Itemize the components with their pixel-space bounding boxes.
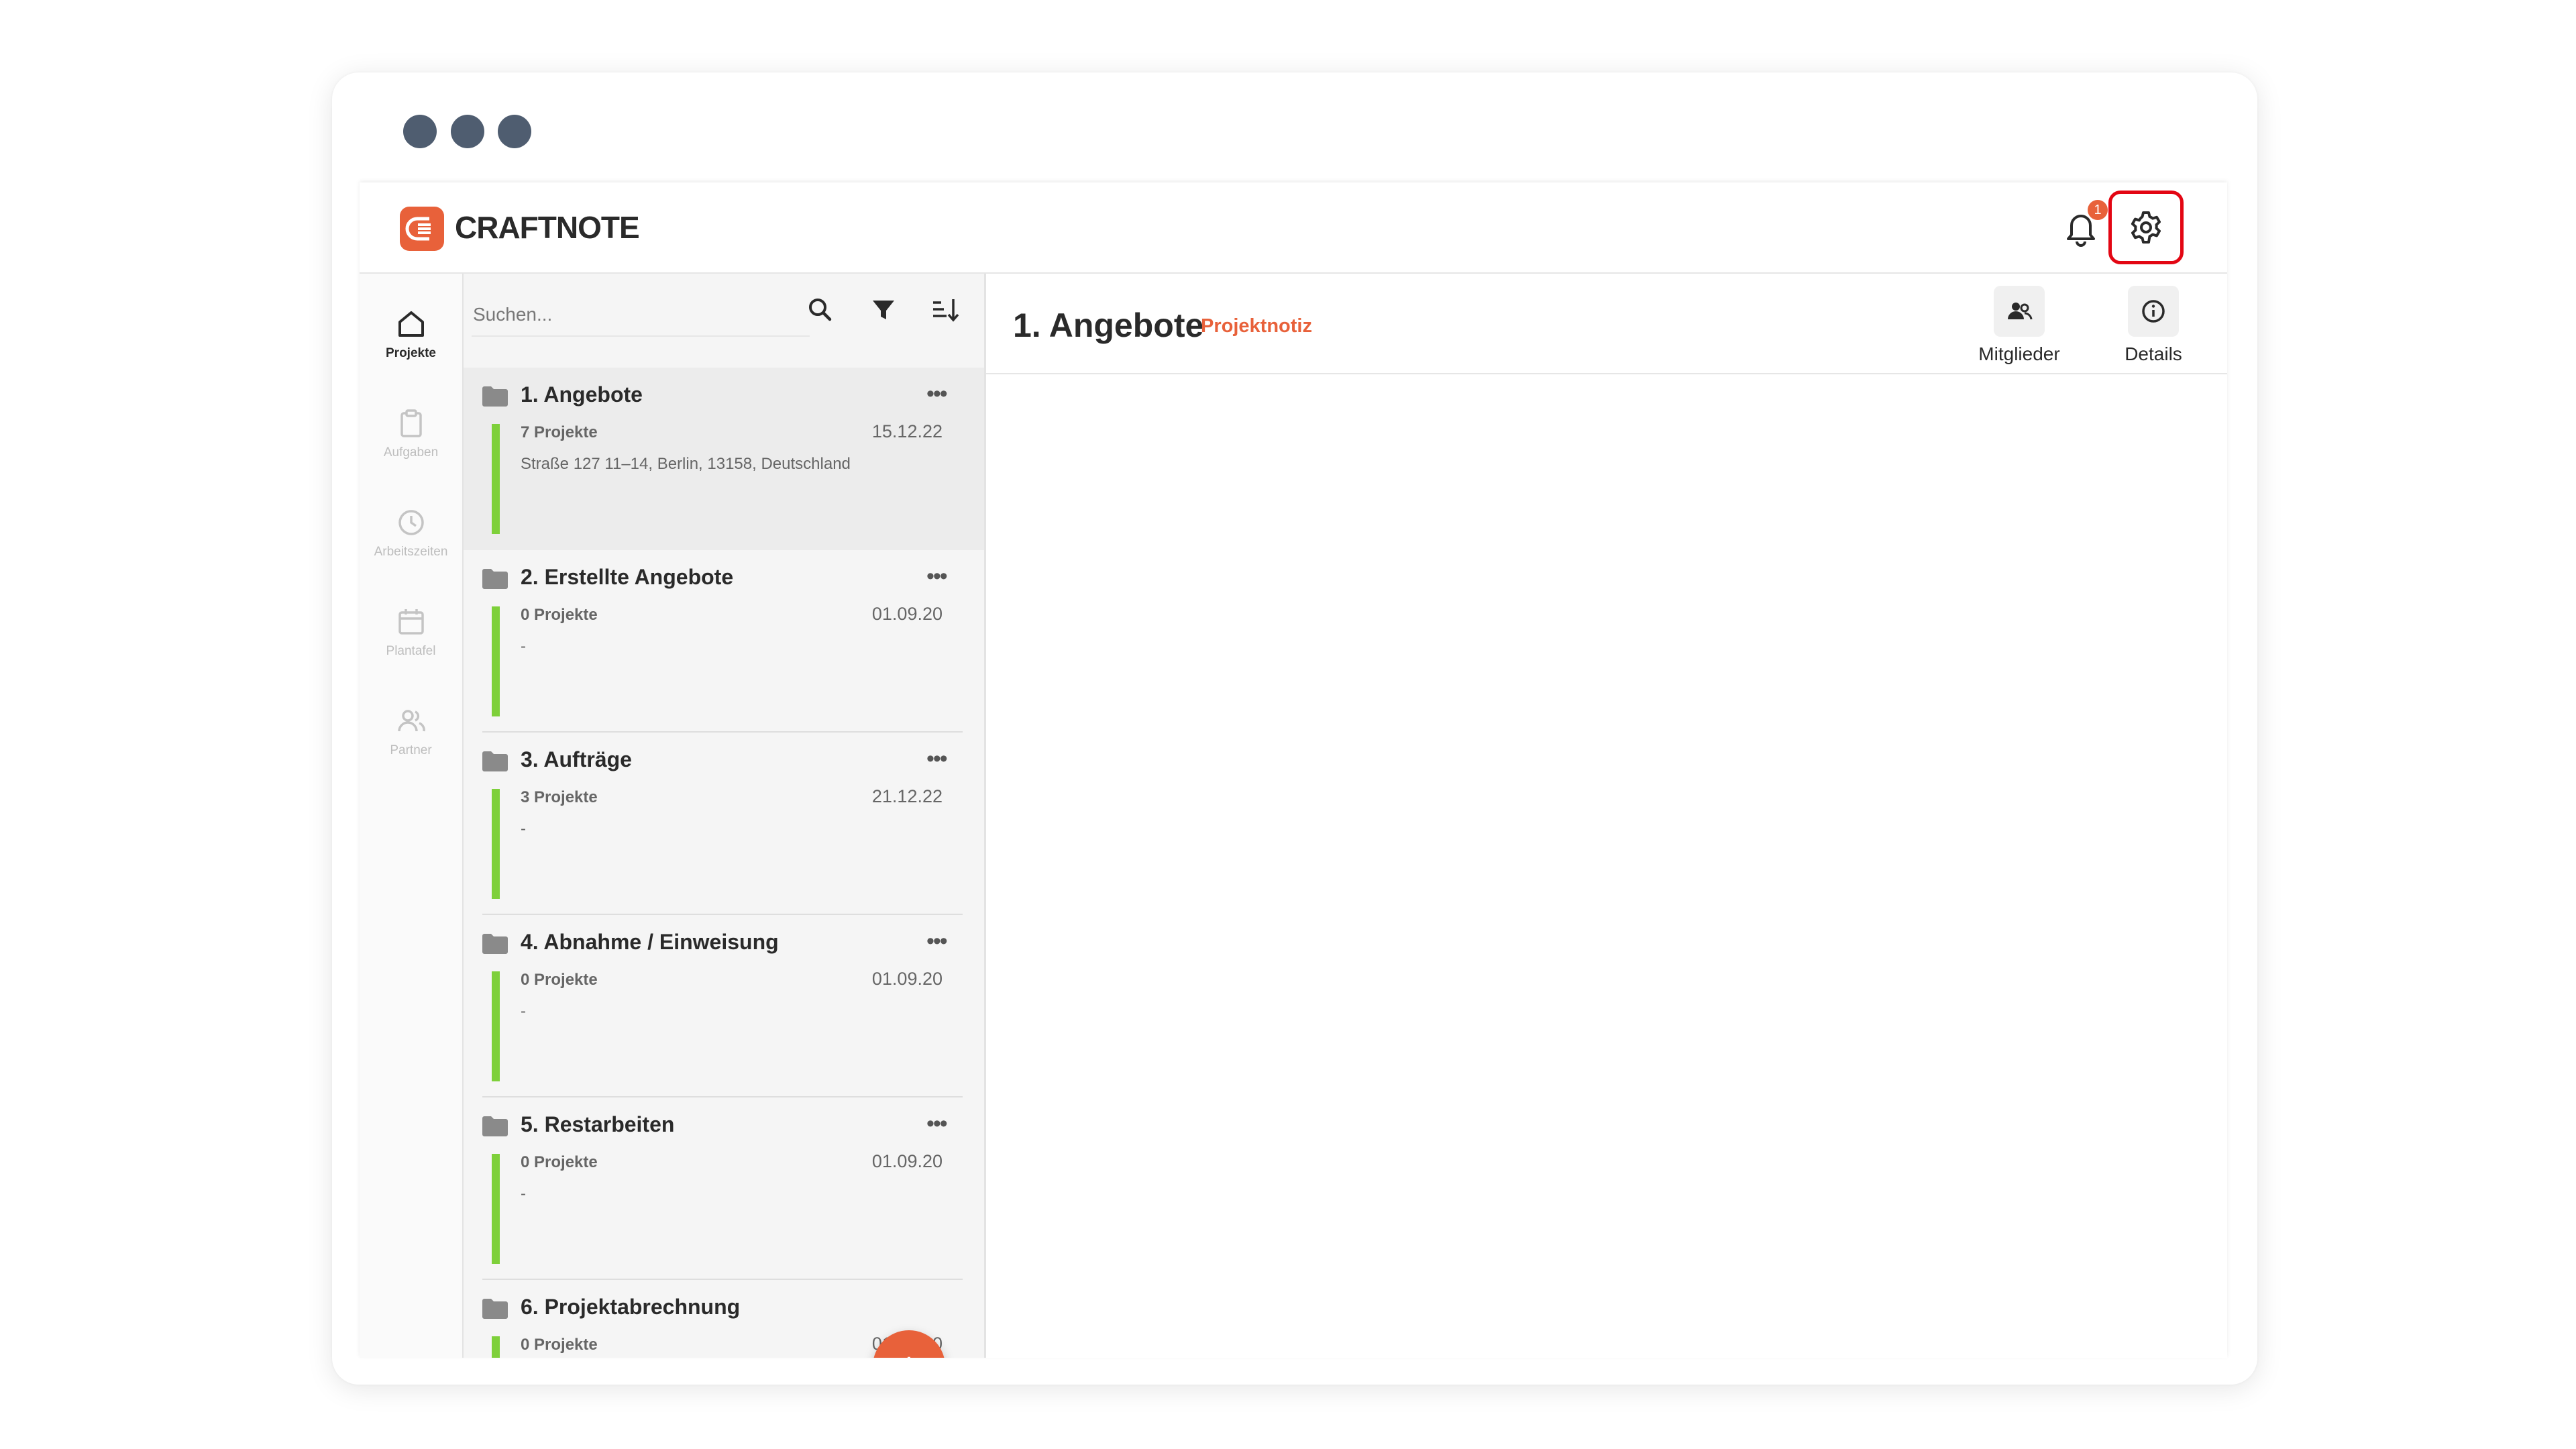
folder-name: 1. Angebote <box>521 382 643 407</box>
folder-item[interactable]: 5. Restarbeiten ••• 0 Projekte 01.09.20 … <box>464 1097 984 1280</box>
folder-icon <box>482 1116 508 1136</box>
sort-icon[interactable] <box>929 294 961 326</box>
project-count: 0 Projekte <box>521 1336 598 1354</box>
browser-window: CRAFTNOTE 1 Projekte Aufgaben Arbeitszei… <box>332 72 2257 1385</box>
folder-item[interactable]: 1. Angebote ••• 7 Projekte 15.12.22 Stra… <box>464 368 984 550</box>
info-icon <box>2128 286 2179 337</box>
folder-item[interactable]: 4. Abnahme / Einweisung ••• 0 Projekte 0… <box>464 915 984 1097</box>
sidebar-item-label: Aufgaben <box>383 445 439 460</box>
folder-icon <box>482 386 508 407</box>
side-navigation: Projekte Aufgaben Arbeitszeiten Plantafe… <box>360 274 464 1358</box>
main-header: 1. Angebote Projektnotiz Mitglieder Deta… <box>986 274 2227 374</box>
folder-name: 4. Abnahme / Einweisung <box>521 930 779 954</box>
details-label: Details <box>2125 343 2182 364</box>
more-options-button[interactable]: ••• <box>926 381 948 407</box>
status-bar <box>492 606 500 716</box>
window-dot <box>403 115 437 148</box>
clipboard-icon <box>400 409 422 437</box>
status-bar <box>492 1154 500 1264</box>
brand-name: CRAFTNOTE <box>455 210 640 245</box>
folder-date: 15.12.22 <box>871 421 943 441</box>
sidebar-item-plantafel[interactable]: Plantafel <box>360 606 462 659</box>
more-options-button[interactable]: ••• <box>926 928 948 955</box>
project-note-link[interactable]: Projektnotiz <box>1201 315 1312 337</box>
more-options-button[interactable]: ••• <box>926 564 948 590</box>
app-frame: CRAFTNOTE 1 Projekte Aufgaben Arbeitszei… <box>360 182 2227 1358</box>
clock-icon <box>398 510 424 535</box>
sidebar-item-projekte[interactable]: Projekte <box>360 309 462 361</box>
folder-icon <box>482 751 508 771</box>
folder-address: - <box>521 1002 526 1020</box>
more-options-button[interactable]: ••• <box>926 746 948 772</box>
folder-date: 21.12.22 <box>871 786 943 806</box>
top-bar: CRAFTNOTE 1 <box>360 182 2227 274</box>
folder-icon <box>482 569 508 589</box>
more-options-button[interactable]: ••• <box>926 1111 948 1137</box>
sidebar-item-label: Partner <box>390 743 432 757</box>
folder-date: 01.09.20 <box>871 604 943 624</box>
folder-name: 3. Aufträge <box>521 747 632 771</box>
folder-name: 5. Restarbeiten <box>521 1112 675 1136</box>
project-count: 0 Projekte <box>521 1153 598 1171</box>
status-bar <box>492 1336 500 1358</box>
folder-name: 6. Projektabrechnung <box>521 1295 741 1319</box>
gear-icon <box>2131 211 2161 244</box>
status-bar <box>492 971 500 1081</box>
search-icon[interactable] <box>804 294 837 326</box>
sidebar-item-aufgaben[interactable]: Aufgaben <box>360 408 462 460</box>
members-button[interactable]: Mitglieder <box>1952 286 2086 365</box>
main-content: 1. Angebote Projektnotiz Mitglieder Deta… <box>986 274 2227 1358</box>
status-bar <box>492 789 500 899</box>
people-icon <box>397 710 425 732</box>
status-bar <box>492 424 500 534</box>
filter-icon[interactable] <box>867 294 900 326</box>
folder-list-panel: 1. Angebote ••• 7 Projekte 15.12.22 Stra… <box>464 274 986 1358</box>
folder-name: 2. Erstellte Angebote <box>521 565 734 589</box>
folder-date: 01.09.20 <box>871 1151 943 1171</box>
folder-address: - <box>521 1185 526 1203</box>
project-count: 7 Projekte <box>521 423 598 441</box>
craftnote-logo-icon <box>400 207 444 251</box>
folder-icon <box>482 1299 508 1319</box>
project-count: 3 Projekte <box>521 788 598 806</box>
folder-item[interactable]: 2. Erstellte Angebote ••• 0 Projekte 01.… <box>464 550 984 733</box>
calendar-icon <box>398 609 424 635</box>
details-button[interactable]: Details <box>2086 286 2220 365</box>
sidebar-item-label: Arbeitszeiten <box>374 545 448 559</box>
members-icon <box>1994 286 2045 337</box>
folder-date: 01.09.20 <box>871 969 943 989</box>
members-label: Mitglieder <box>1978 343 2060 364</box>
search-input[interactable] <box>472 294 810 337</box>
sidebar-item-label: Plantafel <box>386 644 436 658</box>
sidebar-item-partner[interactable]: Partner <box>360 706 462 758</box>
page-title: 1. Angebote <box>1013 307 1204 344</box>
folder-item[interactable]: 3. Aufträge ••• 3 Projekte 21.12.22 - <box>464 733 984 915</box>
folder-address: - <box>521 637 526 655</box>
notification-badge: 1 <box>2088 200 2108 220</box>
project-count: 0 Projekte <box>521 971 598 989</box>
window-dot <box>451 115 484 148</box>
sidebar-item-arbeitszeiten[interactable]: Arbeitszeiten <box>360 507 462 559</box>
project-count: 0 Projekte <box>521 606 598 624</box>
window-dot <box>498 115 531 148</box>
home-icon <box>398 311 424 337</box>
folder-address: Straße 127 11–14, Berlin, 13158, Deutsch… <box>521 455 851 473</box>
sidebar-item-label: Projekte <box>386 346 436 360</box>
folder-icon <box>482 934 508 954</box>
folder-address: - <box>521 820 526 838</box>
settings-button[interactable] <box>2108 191 2184 264</box>
